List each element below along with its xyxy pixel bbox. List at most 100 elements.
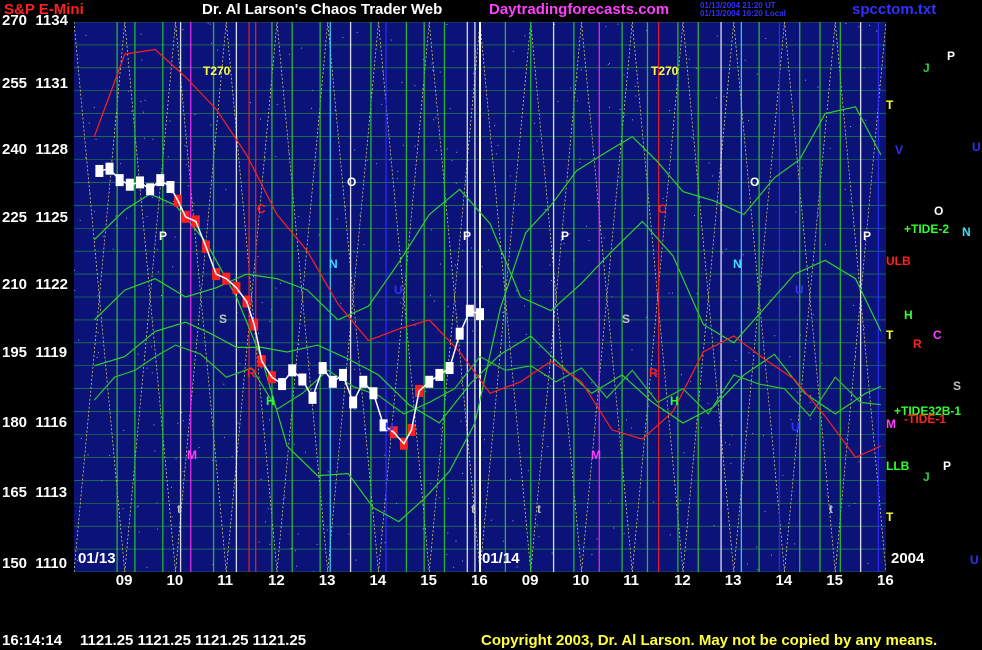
star-dot bbox=[715, 97, 717, 99]
star-dot bbox=[742, 254, 744, 256]
star-dot bbox=[536, 140, 538, 142]
star-dot bbox=[209, 23, 211, 25]
star-dot bbox=[355, 559, 357, 561]
star-dot bbox=[712, 175, 714, 177]
star-dot bbox=[279, 282, 281, 284]
star-dot bbox=[586, 225, 587, 227]
star-dot bbox=[844, 189, 846, 190]
star-dot bbox=[591, 382, 593, 384]
star-dot bbox=[764, 510, 766, 512]
star-dot bbox=[167, 156, 169, 158]
star-dot bbox=[293, 443, 295, 445]
star-dot bbox=[809, 418, 811, 420]
star-dot bbox=[746, 563, 748, 565]
star-dot bbox=[587, 102, 589, 104]
star-dot bbox=[774, 335, 776, 337]
star-dot bbox=[596, 538, 598, 540]
star-dot bbox=[850, 126, 851, 127]
star-dot bbox=[261, 302, 263, 304]
right-label: M bbox=[886, 417, 896, 431]
plot-label: R bbox=[247, 366, 256, 380]
star-dot bbox=[171, 516, 173, 518]
star-dot bbox=[275, 287, 277, 289]
star-dot bbox=[363, 244, 365, 246]
star-dot bbox=[432, 69, 434, 71]
plot-label: M bbox=[187, 448, 197, 462]
plot-label: O bbox=[347, 175, 357, 189]
star-dot bbox=[557, 100, 559, 102]
star-dot bbox=[752, 432, 754, 434]
right-label: P bbox=[943, 459, 952, 473]
star-dot bbox=[258, 333, 260, 335]
star-dot bbox=[795, 211, 797, 213]
star-dot bbox=[172, 266, 174, 268]
star-dot bbox=[98, 352, 99, 354]
star-dot bbox=[529, 290, 530, 291]
plot-label: P bbox=[463, 229, 472, 243]
star-dot bbox=[809, 402, 811, 403]
star-dot bbox=[473, 73, 474, 75]
star-dot bbox=[603, 237, 605, 239]
star-dot bbox=[140, 33, 142, 35]
header-timestamps: 01/13/2004 21:20 UT 01/13/2004 16:20 Loc… bbox=[700, 2, 786, 18]
star-dot bbox=[547, 446, 549, 447]
star-dot bbox=[122, 508, 124, 510]
plot-label: t bbox=[471, 502, 475, 516]
y-label-8: 150 1110 bbox=[2, 555, 68, 572]
star-dot bbox=[334, 109, 336, 111]
header-site[interactable]: Daytradingforecasts.com bbox=[489, 1, 669, 18]
star-dot bbox=[580, 69, 582, 71]
star-dot bbox=[137, 353, 139, 355]
right-label: H bbox=[904, 308, 913, 322]
star-dot bbox=[730, 463, 732, 465]
star-dot bbox=[131, 110, 133, 112]
star-dot bbox=[298, 216, 300, 217]
star-dot bbox=[327, 529, 328, 531]
star-dot bbox=[257, 256, 259, 257]
star-dot bbox=[569, 233, 571, 235]
star-dot bbox=[805, 79, 806, 81]
star-dot bbox=[440, 428, 442, 430]
star-dot bbox=[433, 119, 435, 121]
y-label-0: 270 1134 bbox=[2, 12, 68, 29]
right-label: O bbox=[934, 204, 944, 218]
star-dot bbox=[384, 454, 386, 456]
right-label: U bbox=[972, 140, 981, 154]
star-dot bbox=[439, 71, 441, 73]
star-dot bbox=[845, 437, 847, 439]
star-dot bbox=[146, 367, 148, 369]
star-dot bbox=[157, 271, 159, 273]
star-dot bbox=[401, 82, 403, 83]
plot-label: t bbox=[177, 502, 181, 516]
x-tick-label: 11 bbox=[623, 572, 640, 589]
star-dot bbox=[812, 314, 814, 316]
star-dot bbox=[440, 263, 441, 265]
star-dot bbox=[187, 185, 189, 187]
star-dot bbox=[151, 196, 153, 198]
x-tick-label: 13 bbox=[724, 572, 742, 589]
star-dot bbox=[623, 533, 625, 535]
star-dot bbox=[152, 138, 154, 140]
star-dot bbox=[669, 110, 670, 112]
star-dot bbox=[402, 144, 404, 146]
star-dot bbox=[288, 152, 290, 154]
star-dot bbox=[577, 100, 578, 102]
star-dot bbox=[301, 47, 303, 49]
star-dot bbox=[462, 560, 463, 562]
star-dot bbox=[74, 269, 75, 271]
star-dot bbox=[849, 200, 851, 202]
x-tick-label: 09 bbox=[115, 572, 133, 589]
star-dot bbox=[497, 144, 499, 146]
star-dot bbox=[456, 151, 458, 153]
right-label: N bbox=[962, 225, 971, 239]
star-dot bbox=[141, 59, 143, 61]
star-dot bbox=[867, 563, 869, 564]
star-dot bbox=[153, 424, 155, 426]
star-dot bbox=[456, 316, 458, 318]
star-dot bbox=[296, 565, 298, 567]
plot-label: C bbox=[257, 202, 266, 216]
right-label: ULB bbox=[886, 254, 911, 268]
star-dot bbox=[623, 114, 625, 116]
star-dot bbox=[231, 455, 233, 457]
star-dot bbox=[439, 497, 441, 499]
